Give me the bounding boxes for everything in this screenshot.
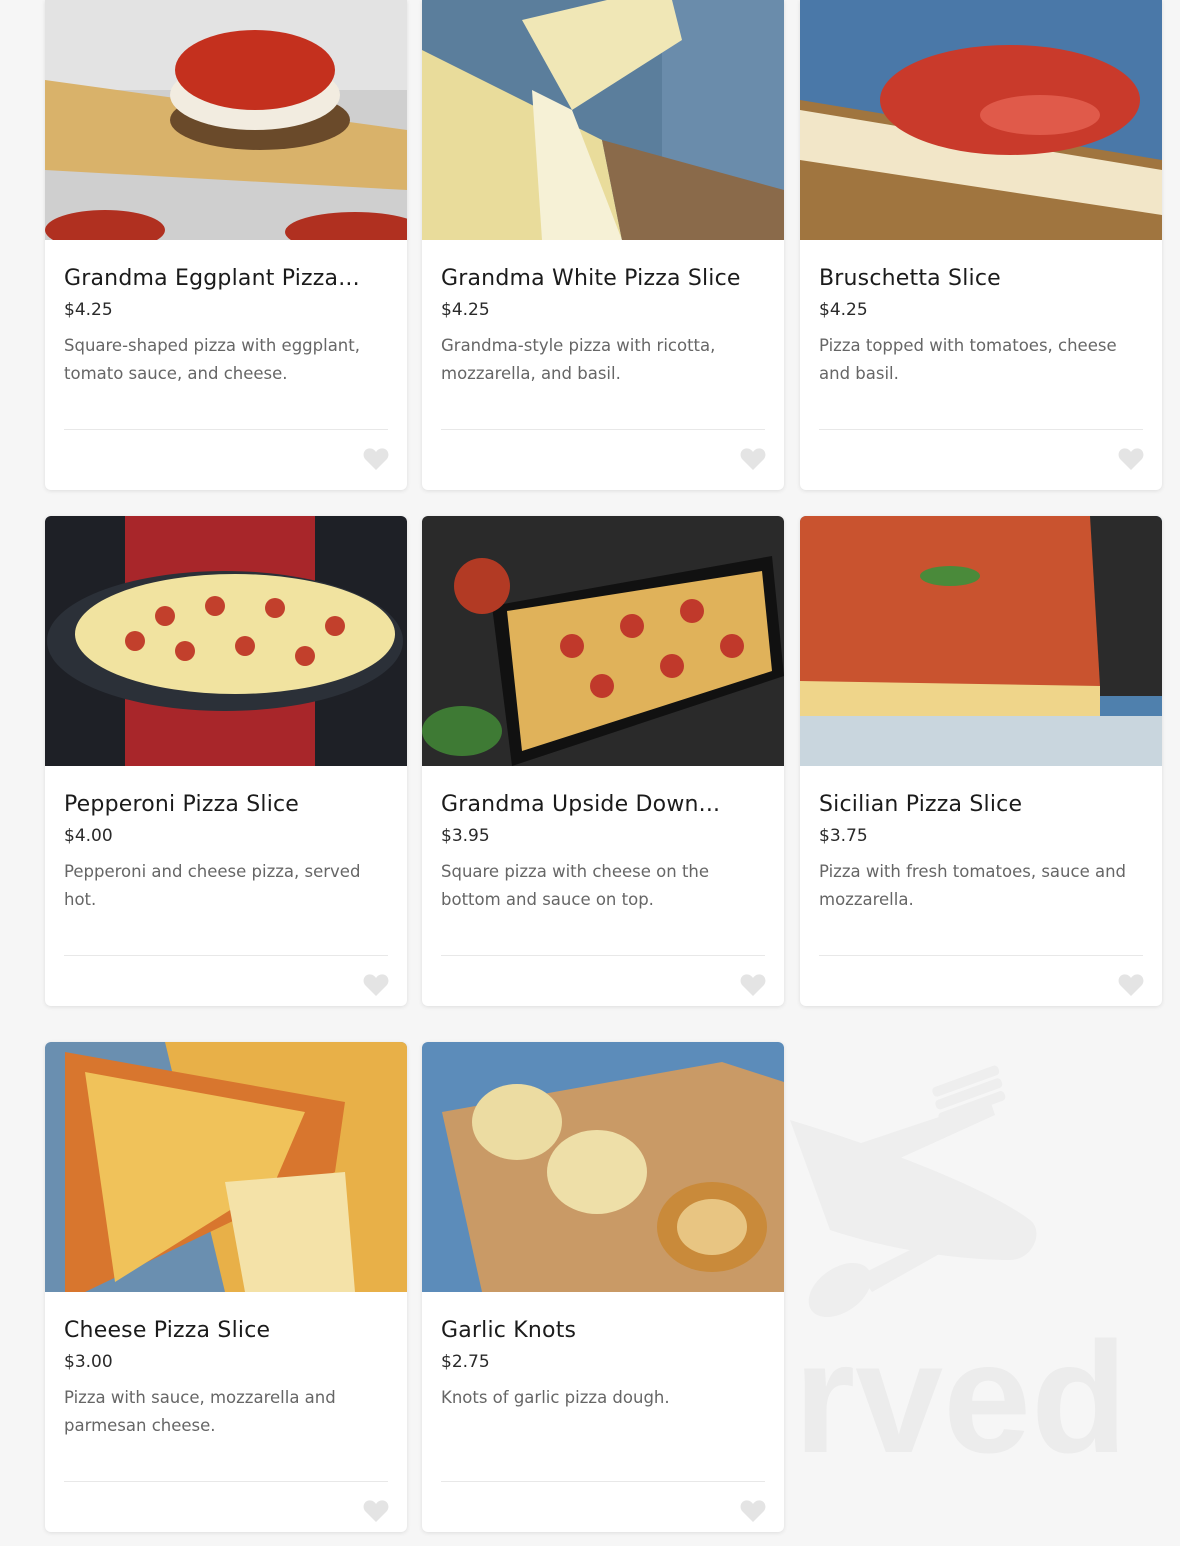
item-price: $4.25 [819, 300, 868, 320]
favorite-heart-icon[interactable] [740, 1499, 766, 1523]
item-price: $4.00 [64, 826, 113, 846]
favorite-heart-icon[interactable] [1118, 447, 1144, 471]
menu-item-card[interactable]: Sicilian Pizza Slice $3.75 Pizza with fr… [800, 516, 1162, 1006]
menu-item-card[interactable]: Grandma Eggplant Pizza... $4.25 Square-s… [45, 0, 407, 490]
bruschetta-photo [800, 0, 1162, 240]
item-description: Grandma-style pizza with ricotta, mozzar… [441, 336, 716, 383]
item-title: Grandma White Pizza Slice [441, 266, 741, 291]
card-divider [819, 429, 1143, 430]
item-title: Pepperoni Pizza Slice [64, 792, 300, 817]
menu-item-card[interactable]: Bruschetta Slice $4.25 Pizza topped with… [800, 0, 1162, 490]
card-divider [441, 1481, 765, 1482]
menu-item-card[interactable]: Garlic Knots $2.75 Knots of garlic pizza… [422, 1042, 784, 1532]
cheese-pizza-photo [45, 1042, 407, 1292]
menu-item-card[interactable]: Cheese Pizza Slice $3.00 Pizza with sauc… [45, 1042, 407, 1532]
favorite-heart-icon[interactable] [363, 973, 389, 997]
item-price: $2.75 [441, 1352, 490, 1372]
card-divider [441, 955, 765, 956]
white-pizza-photo [422, 0, 784, 240]
item-title: Grandma Upside Down... [441, 792, 721, 817]
eggplant-pizza-photo [45, 0, 407, 240]
card-divider [819, 955, 1143, 956]
item-description: Pizza with fresh tomatoes, sauce and moz… [819, 862, 1127, 909]
item-title: Bruschetta Slice [819, 266, 1001, 291]
item-price: $4.25 [64, 300, 113, 320]
item-price: $3.95 [441, 826, 490, 846]
item-description: Pizza topped with tomatoes, cheese and b… [819, 336, 1117, 383]
sicilian-pizza-photo [800, 516, 1162, 766]
card-divider [64, 429, 388, 430]
item-price: $3.75 [819, 826, 868, 846]
pepperoni-pizza-photo [45, 516, 407, 766]
item-title: Sicilian Pizza Slice [819, 792, 1023, 817]
favorite-heart-icon[interactable] [363, 447, 389, 471]
item-description: Square pizza with cheese on the bottom a… [441, 862, 710, 909]
item-title: Grandma Eggplant Pizza... [64, 266, 360, 291]
card-divider [441, 429, 765, 430]
item-price: $4.25 [441, 300, 490, 320]
item-title: Cheese Pizza Slice [64, 1318, 271, 1343]
card-divider [64, 955, 388, 956]
item-title: Garlic Knots [441, 1318, 577, 1343]
item-description: Pepperoni and cheese pizza, served hot. [64, 862, 361, 909]
menu-item-card[interactable]: Pepperoni Pizza Slice $4.00 Pepperoni an… [45, 516, 407, 1006]
menu-item-card[interactable]: Grandma White Pizza Slice $4.25 Grandma-… [422, 0, 784, 490]
garlic-knots-photo [422, 1042, 784, 1292]
favorite-heart-icon[interactable] [1118, 973, 1144, 997]
favorite-heart-icon[interactable] [740, 973, 766, 997]
item-description: Knots of garlic pizza dough. [441, 1388, 670, 1407]
item-price: $3.00 [64, 1352, 113, 1372]
fork-knife-icon [790, 1065, 1037, 1317]
favorite-heart-icon[interactable] [363, 1499, 389, 1523]
card-divider [64, 1481, 388, 1482]
menu-item-card[interactable]: Grandma Upside Down... $3.95 Square pizz… [422, 516, 784, 1006]
item-description: Pizza with sauce, mozzarella and parmesa… [64, 1388, 336, 1435]
item-description: Square-shaped pizza with eggplant, tomat… [64, 336, 360, 383]
favorite-heart-icon[interactable] [740, 447, 766, 471]
upside-down-pizza-photo [422, 516, 784, 766]
